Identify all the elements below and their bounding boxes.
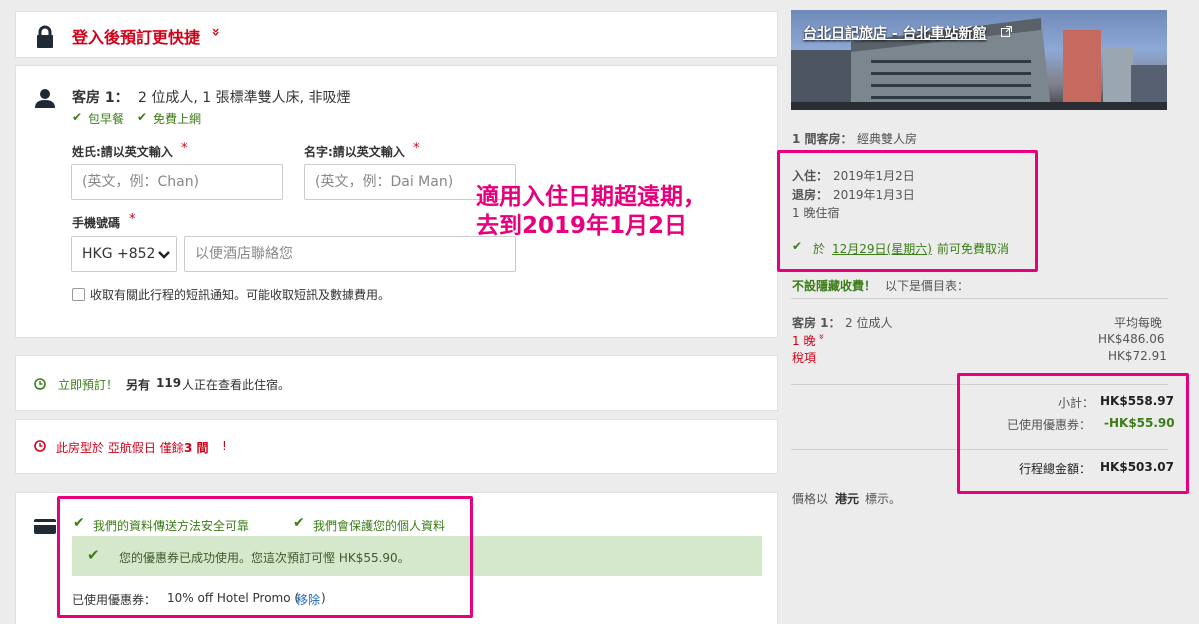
firstname-label: 名字:請以英文輸入	[304, 145, 405, 159]
viewing-count: 119	[156, 376, 182, 390]
price-room-desc: 2 位成人	[845, 316, 893, 330]
room-type: 經典雙人房	[857, 132, 918, 146]
scarcity-text-b: !	[222, 439, 227, 453]
currency-note-a: 價格以	[792, 492, 829, 506]
annotation-box-coupon	[57, 496, 473, 618]
chevron-down-icon: »	[207, 27, 224, 37]
divider	[791, 298, 1168, 299]
viewing-notice: 立即預訂！ 另有 119 人正在查看此住宿。	[15, 355, 778, 411]
annotation-box-totals	[957, 373, 1189, 494]
currency: 港元	[835, 492, 860, 506]
login-banner[interactable]: 登入後預訂更快捷 »	[15, 11, 778, 58]
sms-checkbox[interactable]	[72, 288, 85, 301]
lock-icon	[37, 25, 53, 48]
perk-wifi: 免費上網	[153, 112, 202, 126]
check-icon: ✔	[72, 110, 83, 124]
phone-label: 手機號碼	[72, 216, 121, 230]
scarcity-notice: 此房型於 亞航假日 僅餘 3 間 !	[15, 419, 778, 474]
lastname-input[interactable]	[71, 164, 283, 200]
annotation-text: 適用入住日期超遠期， 去到2019年1月2日	[476, 183, 706, 241]
required-mark: *	[181, 141, 188, 156]
chevron-down-icon: »	[815, 333, 827, 340]
rooms-label: 1 間客房：	[792, 132, 853, 146]
hotel-photo[interactable]: 台北日記旅店 - 台北車站新館	[791, 10, 1167, 110]
tax-value: HK$72.91	[1108, 349, 1167, 363]
check-icon: ✔	[137, 110, 148, 124]
credit-card-icon	[34, 519, 56, 534]
lastname-label: 姓氏:請以英文輸入	[72, 145, 173, 159]
required-mark: *	[413, 141, 420, 156]
annotation-line-1: 適用入住日期超遠期，	[476, 184, 706, 210]
annotation-box-dates	[777, 150, 1038, 272]
phone-country-select[interactable]: HKG +852	[71, 236, 177, 272]
viewing-text-b: 人正在查看此住宿。	[182, 378, 291, 392]
price-room-label: 客房 1：	[792, 316, 841, 330]
user-icon	[35, 89, 55, 108]
night-price: HK$486.06	[1098, 332, 1165, 346]
clock-icon	[34, 440, 46, 452]
viewing-text-a: 另有	[126, 378, 151, 392]
external-link-icon	[1001, 26, 1012, 37]
perk-breakfast: 包早餐	[88, 112, 125, 126]
scarcity-text-a: 此房型於 亞航假日 僅餘	[56, 441, 184, 455]
phone-country-value: HKG +852	[82, 246, 156, 262]
no-hidden-fees: 不設隱藏收費！	[792, 279, 877, 293]
room-description: 2 位成人, 1 張標準雙人床, 非吸煙	[138, 90, 351, 106]
avg-per-night-label: 平均每晚	[1114, 316, 1163, 330]
tax-label: 稅項	[792, 351, 817, 365]
room-label: 客房 1：	[72, 90, 129, 106]
sms-label: 收取有關此行程的短訊通知。可能收取短訊及數據費用。	[90, 288, 391, 302]
chevron-down-icon	[158, 251, 170, 259]
login-banner-text[interactable]: 登入後預訂更快捷	[72, 24, 200, 48]
hotel-name-link[interactable]: 台北日記旅店 - 台北車站新館	[803, 23, 987, 43]
currency-note-b: 標示。	[865, 492, 902, 506]
price-list-label: 以下是價目表：	[885, 279, 970, 293]
one-night-link[interactable]: 1 晚	[792, 332, 815, 349]
required-mark: *	[129, 212, 136, 227]
annotation-line-2: 去到2019年1月2日	[476, 213, 688, 239]
book-now-text: 立即預訂！	[58, 378, 119, 392]
phone-input[interactable]	[184, 236, 516, 272]
clock-icon	[34, 378, 46, 390]
scarcity-count: 3 間	[184, 441, 209, 455]
